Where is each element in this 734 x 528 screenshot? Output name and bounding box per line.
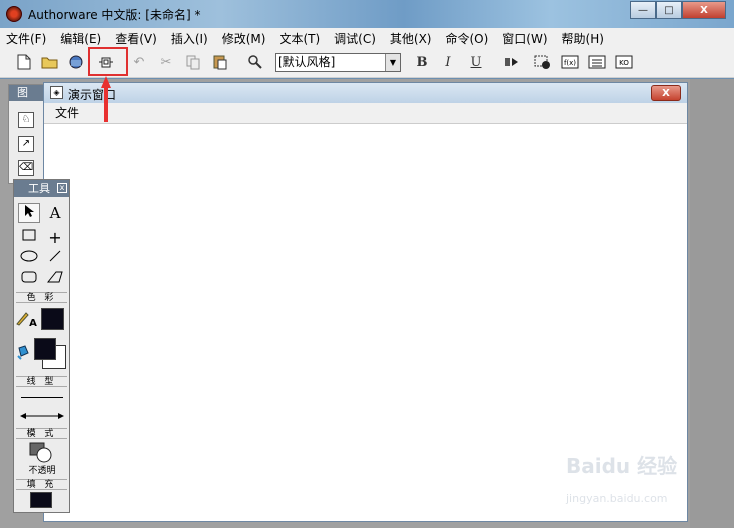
underline-button[interactable]: U [466,52,486,72]
run-icon[interactable] [502,52,522,72]
paint-bucket-icon [15,344,31,364]
motion-icon[interactable]: ↗ [18,136,34,152]
knowledge-objects-icon[interactable]: KO [614,52,634,72]
menu-edit[interactable]: 编辑(E) [60,30,101,47]
import-icon[interactable] [66,52,86,72]
copy-icon[interactable] [183,52,203,72]
ellipse-tool-icon[interactable] [18,249,40,269]
display-icon[interactable]: ♘ [18,112,34,128]
tools-title-label: 工具 [28,182,50,195]
open-folder-icon[interactable] [40,52,60,72]
polygon-tool-icon[interactable] [44,270,66,290]
mode-value: 不透明 [28,466,56,476]
find-icon[interactable] [245,52,265,72]
maximize-button[interactable]: □ [656,1,682,19]
presentation-close-button[interactable]: X [651,85,681,101]
color-section-label: 色 彩 [16,292,67,303]
text-tool-icon[interactable]: A [44,203,66,223]
crosshair-tool-icon[interactable]: + [44,228,66,248]
undo-icon[interactable]: ↶ [129,52,149,72]
watermark-logo: Baidu 经验 [566,454,678,478]
arrowhead-style-icon[interactable] [19,410,65,420]
cut-icon[interactable]: ✂ [156,52,176,72]
menu-xtras[interactable]: 其他(X) [390,30,432,47]
menu-commands[interactable]: 命令(O) [445,30,488,47]
menu-file[interactable]: 文件(F) [6,30,46,47]
menu-help[interactable]: 帮助(H) [562,30,604,47]
tools-close-button[interactable]: x [57,183,67,193]
presentation-title-bar: ◈ 演示窗口 X [44,83,687,103]
presentation-menu-file[interactable]: 文件 [44,103,687,124]
icon-palette-title: 图 [9,85,45,101]
menu-window[interactable]: 窗口(W) [502,30,547,47]
line-tool-icon[interactable] [44,249,66,269]
menu-modify[interactable]: 修改(M) [222,30,266,47]
mode-section-label: 模 式 [16,428,67,439]
variables-icon[interactable] [587,52,607,72]
rectangle-tool-icon[interactable] [18,228,40,248]
text-color-icon: A [29,318,37,329]
close-button[interactable]: X [682,1,726,19]
minimize-button[interactable]: — [630,1,656,19]
menu-view[interactable]: 查看(V) [115,30,157,47]
watermark-url: jingyan.baidu.com [566,492,668,505]
tools-palette: 工具 x A + 色 彩 A 线 型 模 式 不透明 填 充 [13,179,70,513]
icon-palette: 图 ♘ ↗ ⌫ [8,84,45,184]
menu-debug[interactable]: 调试(C) [334,30,376,47]
functions-icon[interactable]: f(x) [560,52,580,72]
menu-bar: 文件(F) 编辑(E) 查看(V) 插入(I) 修改(M) 文本(T) 调试(C… [0,28,734,48]
bold-button[interactable]: B [412,52,432,72]
tools-title: 工具 x [14,180,69,197]
fill-section-label: 填 充 [16,479,67,490]
window-controls: — □ X [630,1,726,19]
mode-opaque-icon[interactable] [28,441,54,463]
authorware-app-icon [6,6,22,22]
line-width-selector[interactable] [21,397,63,398]
annotation-arrow-icon [101,76,111,122]
rounded-rectangle-tool-icon[interactable] [18,270,40,290]
highlight-box [88,47,128,76]
pointer-tool-icon[interactable] [18,203,40,223]
svg-text:KO: KO [619,59,629,67]
control-panel-icon[interactable] [533,52,553,72]
menu-insert[interactable]: 插入(I) [171,30,208,47]
title-bar: Authorware 中文版: [未命名] * — □ X [0,0,734,28]
erase-icon[interactable]: ⌫ [18,160,34,176]
foreground-color-swatch[interactable] [41,308,64,330]
text-style-value: [默认风格] [278,55,336,69]
svg-text:f(x): f(x) [564,59,576,67]
new-file-icon[interactable] [14,52,34,72]
workspace-right-area [690,79,734,528]
chevron-down-icon[interactable]: ▼ [385,54,400,71]
menu-text[interactable]: 文本(T) [279,30,320,47]
text-style-select[interactable]: [默认风格] ▼ [275,53,401,72]
line-style-section-label: 线 型 [16,376,67,387]
fill-foreground-swatch[interactable] [34,338,56,360]
window-title: Authorware 中文版: [未命名] * [28,8,201,22]
presentation-window-icon: ◈ [50,86,63,99]
italic-button[interactable]: I [438,52,458,72]
fill-pattern-swatch[interactable] [30,492,52,508]
paste-icon[interactable] [210,52,230,72]
